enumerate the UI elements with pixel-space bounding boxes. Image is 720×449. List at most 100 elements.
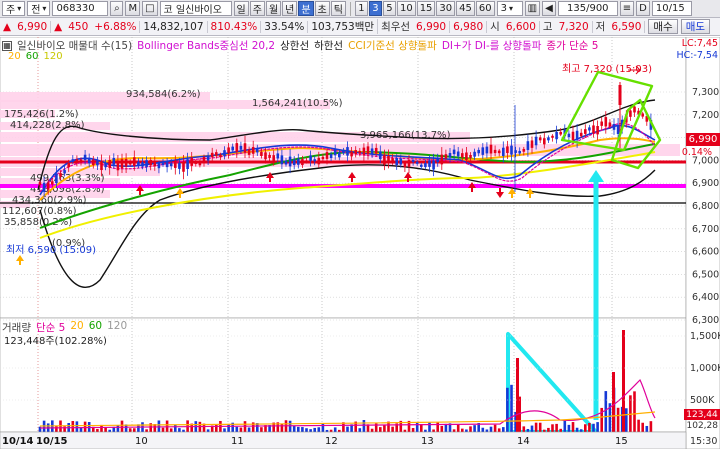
volume-bar [71,421,75,432]
date-checkbox[interactable]: D [636,1,650,16]
interval-value: 3 [500,3,507,14]
volume-bar [83,421,87,432]
legend-bollinger: Bollinger Bands중심선 20,2 [137,40,276,52]
volume-bar [493,424,497,432]
stock-name: 일신바이오 [175,5,222,16]
volume-bar [649,421,653,432]
volume-bar [522,426,526,432]
volume-bar [456,423,460,432]
volume-bar [145,429,148,432]
volume-bar [588,422,591,432]
volume-tick-label: 500K [690,395,715,406]
interval-select[interactable]: 3 ▾ [496,1,523,16]
legend-ma120: 120 [43,51,63,62]
minute-tab-6[interactable]: 45 [456,1,475,16]
current-price: 6,990 [14,20,52,33]
candle-body [46,182,50,190]
volume-bar [325,429,329,432]
candle-body [350,151,353,157]
volume-profile-label: 414,228(2.8%) [10,120,85,131]
candle-body [362,147,366,156]
candle-body [194,161,198,164]
settings-icon[interactable]: ▦ [2,40,12,51]
candle-body [489,144,493,154]
candle-body [592,125,595,134]
period-tab-6[interactable]: 틱 [330,1,346,16]
candle-body [485,146,489,154]
search-icon-button[interactable]: ⌕ [110,1,124,16]
volume-tick-label: 1,500K [690,331,720,342]
volume-bar [440,425,444,432]
date-input[interactable]: 10/15 [651,1,692,16]
candle-body [161,161,165,166]
candle-body [235,143,239,152]
chart-toolbar: 주 ▾ 전 ▾ 068330 ⌕ M □ 코 일신바이오 일주월년분초틱 1 3 5 10… [0,0,720,18]
stock-code-input[interactable]: 068330 [52,1,109,16]
volume-bar [592,423,595,432]
candle-body [108,160,111,168]
low-price: 6,590 [608,20,646,33]
m-button[interactable]: M [125,1,141,16]
chart-type-button[interactable]: ▥ [524,1,541,16]
period-tab-1[interactable]: 주 [249,1,265,16]
stock-name-field[interactable]: 코 일신바이오 [159,1,232,16]
mode-select[interactable]: 전 ▾ [27,1,51,16]
minute-tab-4[interactable]: 15 [416,1,436,16]
candle-body [92,159,95,166]
legend-cci: CCI기준선 상향돌파 [348,40,437,52]
candle-body [596,126,599,135]
period-tab-0[interactable]: 일 [233,1,249,16]
period-tab-2[interactable]: 월 [265,1,282,16]
legend-close-ma: 종가 단순 5 [546,40,599,52]
x-axis-tick-label: 10 [135,436,148,447]
volume-bar [637,419,640,432]
candle-body [465,152,468,160]
candle-body [260,151,263,157]
sell-button[interactable]: 매도 [680,19,711,34]
count-input[interactable]: 135/900 [557,1,618,16]
buy-button[interactable]: 매수 [648,19,678,34]
minute-tab-1[interactable]: 3 [368,1,382,16]
candle-body [239,145,243,150]
candle-body [325,152,329,159]
minute-tab-2[interactable]: 5 [382,1,396,16]
period-tab-4[interactable]: 분 [298,1,314,16]
candle-body [75,159,79,164]
candle-body [600,121,603,126]
minute-tab-3[interactable]: 10 [396,1,416,16]
candle-body [395,157,398,166]
minute-tab-0[interactable]: 1 [354,1,368,16]
candle-body [190,157,193,166]
candle-body [333,149,337,156]
period-tab-5[interactable]: 초 [314,1,330,16]
stock-chart[interactable]: 7,3007,2007,1007,0006,9006,8006,7006,600… [0,37,720,449]
volume-bar [157,420,161,432]
volume-bar [329,429,333,432]
list-button[interactable]: ≡ [619,1,635,16]
candle-body [100,161,103,171]
candle-body [522,148,526,152]
candle-body [280,155,284,165]
volume-bar [260,427,263,432]
candle-body [567,133,571,138]
prev-button[interactable]: ◀ [542,1,556,16]
stock-market-prefix: 코 [163,5,173,16]
minute-tab-5[interactable]: 30 [436,1,456,16]
candle-body [182,161,185,172]
candle-body [124,159,128,167]
volume-bar [555,423,558,432]
candle-body [256,149,259,153]
candle-body [297,158,300,165]
price-tick-label: 6,300 [692,315,719,326]
candle-body [268,154,271,158]
period-tab-3[interactable]: 년 [282,1,298,16]
volume-bar [432,429,435,432]
chevron-down-icon: ▾ [42,4,47,13]
minute-tab-7[interactable]: 60 [475,1,495,16]
candle-body [358,150,362,154]
legend-ma20: 20 [8,51,21,62]
price-tick-label: 6,900 [692,178,719,189]
candle-body [415,161,419,164]
lock-button[interactable]: □ [142,1,158,16]
market-select[interactable]: 주 ▾ [2,1,26,16]
